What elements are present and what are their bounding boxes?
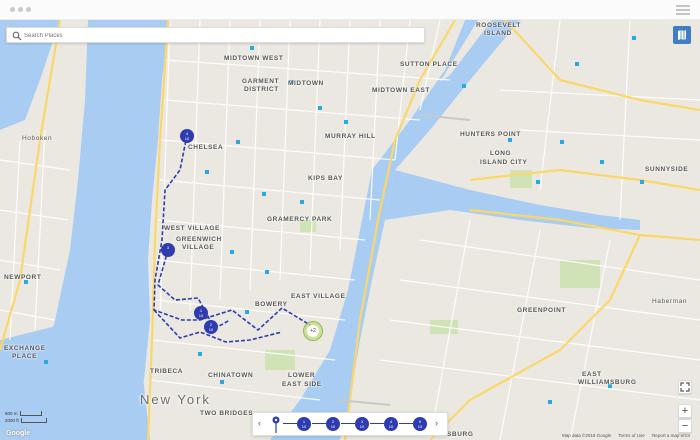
neighborhood-label: EAST bbox=[582, 371, 602, 378]
neighborhood-label: TWO BRIDGES bbox=[200, 410, 254, 417]
neighborhood-label: EAST VILLAGE bbox=[291, 293, 346, 300]
city-label: New York bbox=[140, 392, 211, 407]
scale-feet: 2000 ft bbox=[5, 418, 19, 423]
map-scale: 500 m 2000 ft bbox=[5, 410, 47, 424]
location-pin-icon[interactable]: 1 10 bbox=[194, 306, 208, 320]
neighborhood-label: MIDTOWN bbox=[288, 80, 324, 87]
timeline-connector bbox=[370, 423, 384, 424]
neighborhood-label: DISTRICT bbox=[244, 86, 279, 93]
map-layers-button[interactable] bbox=[673, 26, 691, 44]
google-logo: Google bbox=[6, 430, 31, 437]
neighborhood-label: GARMENT bbox=[242, 78, 280, 85]
neighborhood-label: KIPS BAY bbox=[308, 175, 343, 182]
neighborhood-label: CHELSEA bbox=[188, 144, 224, 151]
neighborhood-label: GREENWICH bbox=[176, 236, 222, 243]
zoom-in-button[interactable]: + bbox=[678, 404, 692, 418]
place-cluster-marker[interactable]: +2 bbox=[303, 321, 323, 341]
search-bar[interactable] bbox=[6, 27, 425, 43]
timeline-stop[interactable]: 4 10 bbox=[384, 417, 398, 431]
menu-icon[interactable] bbox=[676, 4, 690, 16]
neighborhood-label: SUTTON PLACE bbox=[400, 61, 458, 68]
neighborhood-label: BOWERY bbox=[255, 301, 288, 308]
neighborhood-label: Hoboken bbox=[22, 135, 53, 142]
window-dot-maximize[interactable] bbox=[26, 7, 31, 12]
neighborhood-label: SUNNYSIDE bbox=[645, 166, 689, 173]
neighborhood-label: LONG bbox=[490, 150, 512, 157]
location-pin-icon[interactable]: 3 bbox=[161, 243, 175, 257]
location-pin-icon[interactable] bbox=[271, 415, 281, 435]
map-layers-icon bbox=[678, 30, 686, 40]
app-window: ROOSEVELT ISLAND MIDTOWN WEST GARMENT DI… bbox=[0, 0, 700, 440]
neighborhood-label: EAST SIDE bbox=[282, 381, 322, 388]
neighborhood-label: CHINATOWN bbox=[208, 372, 254, 379]
search-input[interactable] bbox=[24, 30, 414, 41]
timeline-prev-button[interactable]: ‹ bbox=[258, 418, 261, 428]
timeline-stop[interactable]: 1 10 bbox=[297, 417, 311, 431]
location-pin-icon[interactable]: 4 10 bbox=[180, 129, 194, 143]
map-canvas[interactable]: ROOSEVELT ISLAND MIDTOWN WEST GARMENT DI… bbox=[0, 20, 700, 440]
map-attribution: Map data ©2018 Google Terms of Use Repor… bbox=[562, 433, 696, 438]
window-dot-minimize[interactable] bbox=[18, 7, 23, 12]
neighborhood-label: GRAMERCY PARK bbox=[267, 216, 333, 223]
neighborhood-label: PLACE bbox=[12, 353, 38, 360]
zoom-out-button[interactable]: − bbox=[678, 419, 692, 433]
neighborhood-label: MIDTOWN EAST bbox=[372, 87, 430, 94]
window-dot-close[interactable] bbox=[10, 7, 15, 12]
neighborhood-label: NEWPORT bbox=[4, 274, 42, 281]
neighborhood-label: LOWER bbox=[288, 372, 316, 379]
neighborhood-label: GREENPOINT bbox=[517, 307, 566, 314]
timeline-next-button[interactable]: › bbox=[435, 418, 438, 428]
timeline-connector bbox=[341, 423, 355, 424]
neighborhood-label: WEST VILLAGE bbox=[164, 225, 220, 232]
neighborhood-label: MURRAY HILL bbox=[325, 133, 376, 140]
map-data-credit: Map data ©2018 Google bbox=[562, 433, 612, 438]
neighborhood-label: WILLIAMSBURG bbox=[578, 379, 637, 386]
neighborhood-label: TRIBECA bbox=[150, 368, 184, 375]
timeline-stop[interactable]: 3 10 bbox=[355, 417, 369, 431]
timeline-connector bbox=[399, 423, 413, 424]
neighborhood-label: VILLAGE bbox=[182, 244, 215, 251]
search-icon bbox=[12, 31, 22, 41]
neighborhood-label: HUNTERS POINT bbox=[460, 131, 521, 138]
window-titlebar bbox=[0, 0, 700, 20]
timeline-connector bbox=[312, 423, 326, 424]
location-pin-icon[interactable]: 2 10 bbox=[204, 320, 218, 334]
neighborhood-label: ISLAND CITY bbox=[480, 159, 528, 166]
neighborhood-label: EXCHANGE bbox=[4, 345, 46, 352]
report-error-link[interactable]: Report a map error bbox=[652, 433, 690, 438]
route-timeline: ‹ 1 10 2 10 3 10 4 10 5 10 › bbox=[252, 412, 448, 436]
neighborhood-label: Haberman bbox=[652, 298, 688, 305]
scale-meters: 500 m bbox=[5, 411, 18, 416]
timeline-stop[interactable]: 2 10 bbox=[326, 417, 340, 431]
neighborhood-label: MIDTOWN WEST bbox=[224, 55, 284, 62]
terms-link[interactable]: Terms of Use bbox=[618, 433, 645, 438]
timeline-connector bbox=[283, 423, 297, 424]
neighborhood-label: ISLAND bbox=[484, 30, 512, 37]
fullscreen-button[interactable] bbox=[678, 380, 692, 394]
timeline-stop[interactable]: 5 10 bbox=[413, 417, 427, 431]
neighborhood-label: ROOSEVELT bbox=[476, 22, 522, 29]
fullscreen-icon bbox=[680, 382, 690, 392]
